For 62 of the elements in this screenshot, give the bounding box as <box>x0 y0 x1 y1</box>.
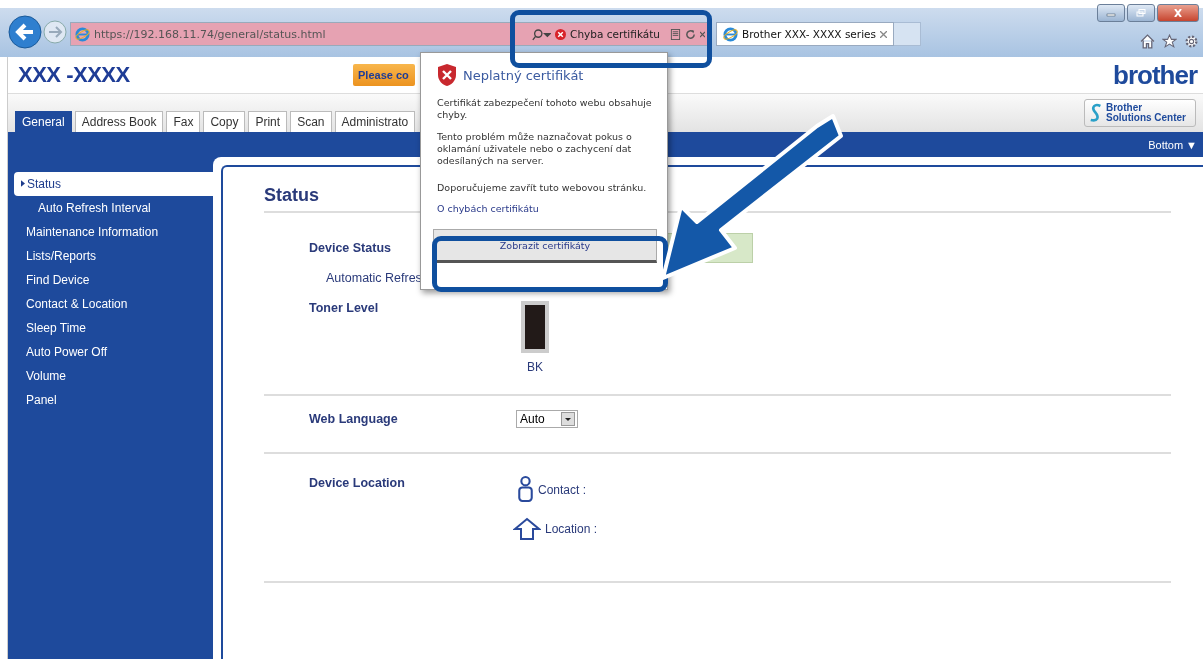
close-icon[interactable] <box>880 30 887 38</box>
certificate-errors-link[interactable]: O chybách certifikátu <box>437 203 539 214</box>
popup-text: Doporučujeme zavřít tuto webovou stránku. <box>437 182 648 194</box>
sidebar-item[interactable]: Sleep Time <box>14 316 213 340</box>
field-label: Device Location <box>308 476 406 490</box>
nav-tab[interactable]: Fax <box>166 111 201 132</box>
nav-tab[interactable]: Administrato <box>334 111 416 132</box>
home-icon[interactable] <box>1140 34 1155 49</box>
swoosh-icon <box>1089 102 1103 124</box>
search-icon[interactable] <box>531 27 552 41</box>
popup-text: Tento problém může naznačovat pokus o oklamání uživatele nebo o zachycení dat odesílaných na server. <box>437 131 633 167</box>
minimize-button[interactable] <box>1097 4 1125 22</box>
sidebar-item[interactable]: Auto Power Off <box>14 340 213 364</box>
nav-tab[interactable]: Copy <box>203 111 246 132</box>
sidebar-item[interactable]: Maintenance Information <box>14 220 213 244</box>
nav-tab[interactable]: Scan <box>290 111 332 132</box>
browser-logo-icon <box>75 26 90 42</box>
model-name: XXX -XXXX <box>17 62 131 88</box>
nav-tab[interactable]: Address Book <box>74 111 164 132</box>
nav-tab[interactable]: General <box>15 111 72 132</box>
sidebar-item[interactable]: Lists/Reports <box>14 244 213 268</box>
sidebar-item[interactable]: Status <box>14 172 213 196</box>
shield-error-icon <box>437 63 457 87</box>
location-label: Location : <box>545 522 598 536</box>
popup-title: Neplatný certifikát <box>463 67 584 83</box>
close-icon <box>1173 9 1183 17</box>
sidebar-item[interactable]: Auto Refresh Interval <box>14 196 213 220</box>
document-icon[interactable] <box>670 28 681 40</box>
sidebar-item[interactable]: Find Device <box>14 268 213 292</box>
contact-label: Contact : <box>538 482 587 497</box>
toner-color-label: BK <box>527 360 543 374</box>
browser-logo-icon <box>723 26 738 42</box>
solutions-center-label: Brother Solutions Center <box>1106 103 1187 123</box>
restore-button[interactable] <box>1127 4 1155 22</box>
sidebar-item[interactable]: Panel <box>14 388 213 412</box>
person-icon <box>517 476 534 503</box>
notice-button[interactable]: Please co <box>353 64 415 86</box>
bottom-link[interactable]: Bottom ▼ <box>1148 138 1197 151</box>
certificate-error-label[interactable]: Chyba certifikátu <box>570 28 660 40</box>
field-label: Web Language <box>308 412 399 426</box>
dropdown-icon <box>560 412 575 426</box>
house-icon <box>513 517 541 541</box>
brand-logo: brother <box>1113 59 1199 91</box>
tab-title: Brother XXX- XXXX series <box>742 28 876 40</box>
triangle-icon <box>21 180 25 187</box>
solutions-center-button[interactable]: Brother Solutions Center <box>1084 99 1196 127</box>
error-icon <box>555 28 567 40</box>
settings-icon[interactable] <box>1184 34 1199 49</box>
nav-tab[interactable]: Print <box>248 111 288 132</box>
url-text: https://192.168.11.74/general/status.html <box>94 27 326 41</box>
restore-icon <box>1136 9 1146 17</box>
popup-text: Certifikát zabezpečení tohoto webu obsahuje chyby. <box>437 97 653 121</box>
field-label: Automatic Refres <box>325 271 422 285</box>
star-icon[interactable] <box>1162 34 1177 49</box>
field-label: Toner Level <box>308 301 380 315</box>
address-bar[interactable]: https://192.168.11.74/general/status.html Chyba certifikátu <box>70 22 710 46</box>
close-window-button[interactable] <box>1157 4 1199 22</box>
sidebar-item[interactable]: Volume <box>14 364 213 388</box>
browser-tab[interactable]: Brother XXX- XXXX series <box>716 22 894 46</box>
refresh-icon[interactable] <box>685 28 696 40</box>
language-select[interactable]: Auto <box>516 410 578 428</box>
sidebar-item[interactable]: Contact & Location <box>14 292 213 316</box>
